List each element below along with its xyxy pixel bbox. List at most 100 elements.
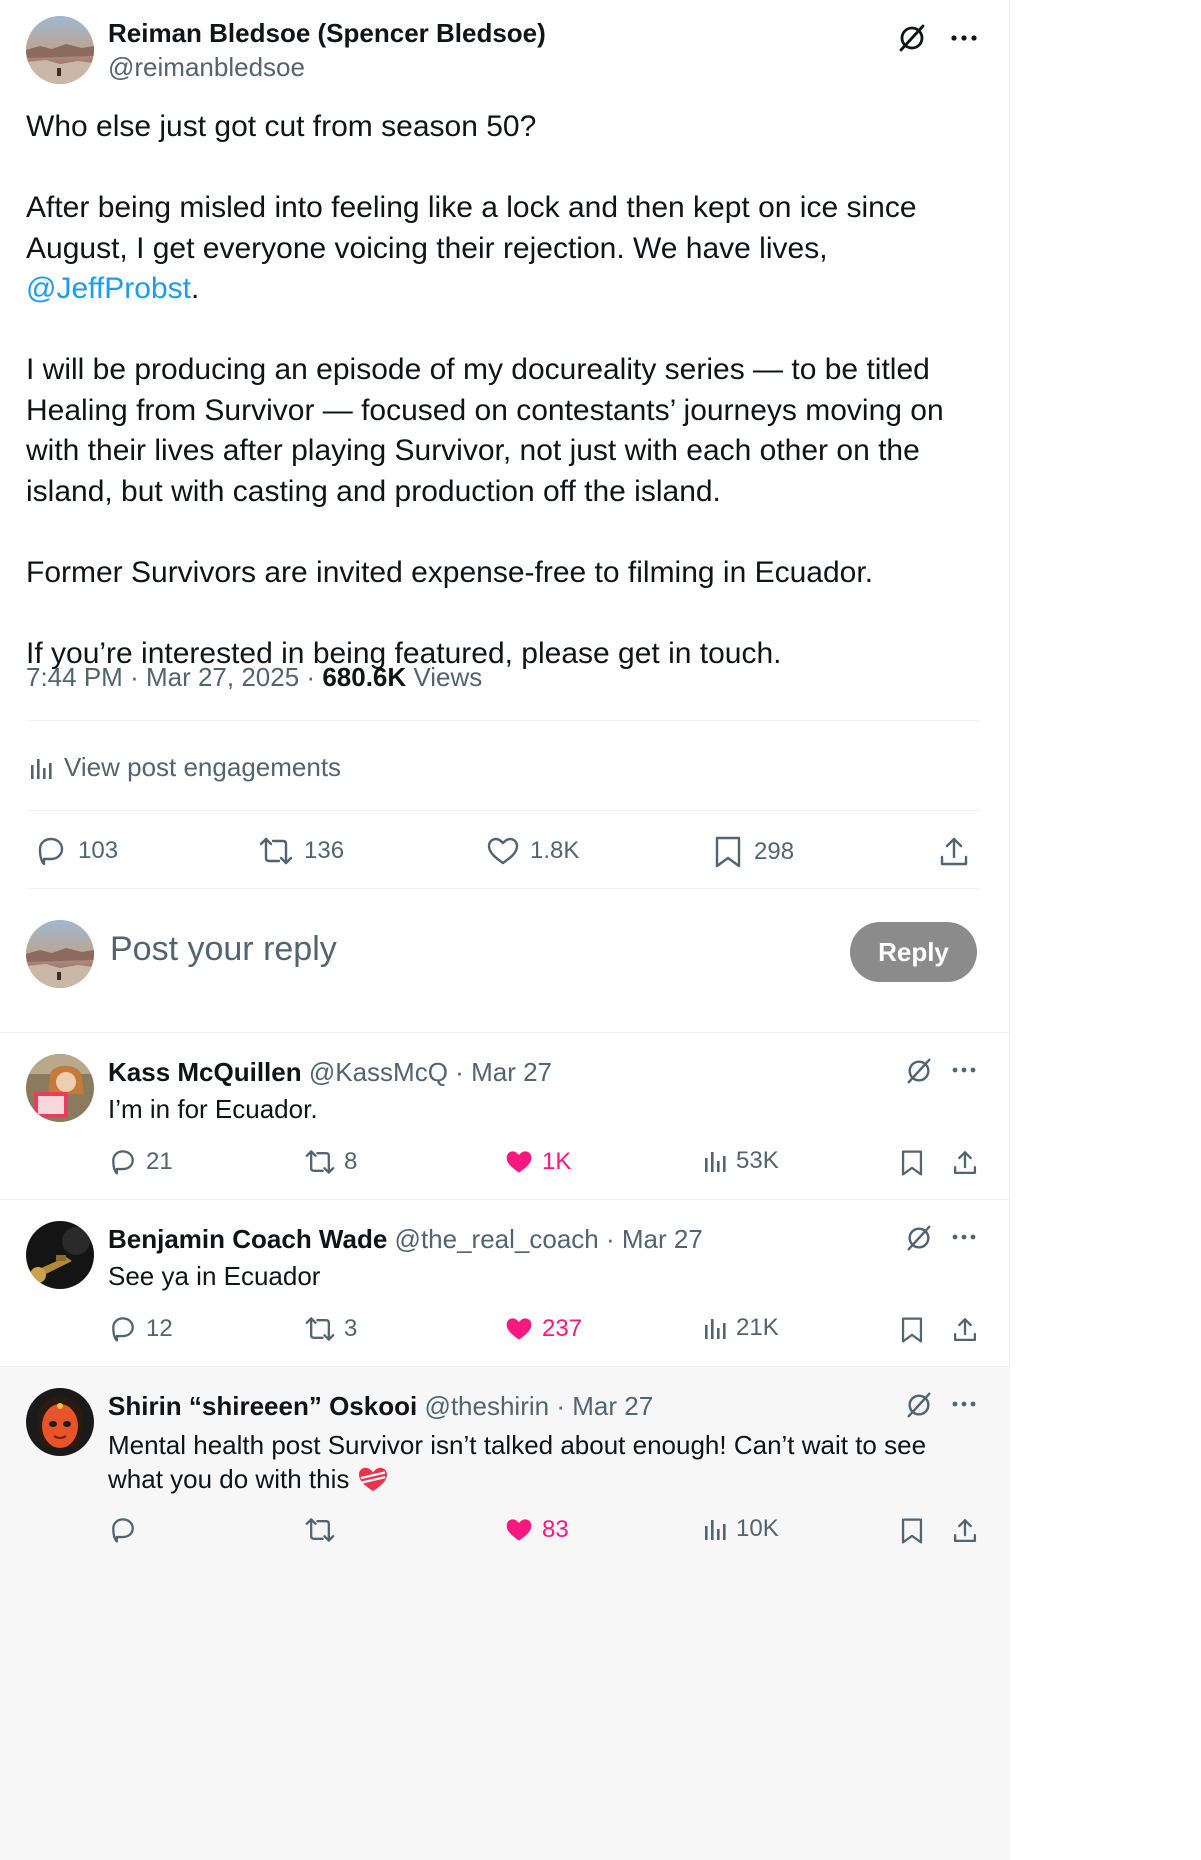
repost-icon bbox=[304, 1314, 336, 1344]
author-name[interactable]: Reiman Bledsoe (Spencer Bledsoe) bbox=[108, 18, 546, 49]
reply-header: Shirin “shireeen” Oskooi @theshirin · Ma… bbox=[108, 1391, 654, 1421]
divider bbox=[26, 888, 980, 889]
like-action[interactable]: 1K bbox=[504, 1147, 571, 1177]
reply-action[interactable]: 21 bbox=[108, 1147, 173, 1177]
repost-action[interactable] bbox=[304, 1515, 336, 1545]
views-action[interactable]: 53K bbox=[702, 1147, 779, 1175]
heart-emoji-icon bbox=[357, 1465, 389, 1493]
reply-action[interactable]: 12 bbox=[108, 1314, 173, 1344]
post-paragraph: Who else just got cut from season 50? bbox=[26, 110, 537, 143]
like-icon bbox=[504, 1314, 534, 1344]
reply-date[interactable]: Mar 27 bbox=[572, 1391, 653, 1421]
like-count: 1.8K bbox=[530, 837, 580, 864]
reply-button[interactable]: Reply bbox=[850, 922, 977, 982]
analytics-icon bbox=[28, 755, 54, 781]
share-icon[interactable] bbox=[950, 1516, 980, 1546]
reply-text: I’m in for Ecuador. bbox=[108, 1094, 318, 1124]
like-icon bbox=[504, 1147, 534, 1177]
reply-avatar[interactable] bbox=[26, 1388, 94, 1456]
views-count: 680.6K bbox=[322, 662, 407, 692]
reply-action[interactable]: 103 bbox=[34, 834, 118, 868]
like-icon bbox=[504, 1515, 534, 1545]
author-avatar[interactable] bbox=[26, 16, 94, 84]
more-icon[interactable] bbox=[950, 1229, 978, 1245]
analytics-icon bbox=[702, 1315, 728, 1341]
thread-view: Reiman Bledsoe (Spencer Bledsoe) @reiman… bbox=[0, 0, 1010, 1860]
reply-action[interactable] bbox=[108, 1515, 138, 1545]
reply-icon bbox=[108, 1515, 138, 1545]
divider bbox=[0, 1032, 1010, 1033]
repost-icon bbox=[258, 834, 294, 868]
post-paragraph: I will be producing an episode of my doc… bbox=[26, 353, 930, 386]
divider bbox=[0, 1199, 1010, 1200]
divider bbox=[26, 720, 980, 721]
reply-header: Benjamin Coach Wade @the_real_coach · Ma… bbox=[108, 1224, 703, 1254]
view-engagements-link[interactable]: View post engagements bbox=[28, 752, 341, 783]
repost-icon bbox=[304, 1147, 336, 1177]
reply-icon bbox=[108, 1314, 138, 1344]
bookmark-action[interactable]: 298 bbox=[712, 834, 794, 870]
repost-action[interactable]: 8 bbox=[304, 1147, 357, 1177]
post-time[interactable]: 7:44 PM bbox=[26, 662, 123, 692]
reply-text: Mental health post Survivor isn’t talked… bbox=[108, 1430, 927, 1494]
divider bbox=[26, 810, 980, 811]
repost-icon bbox=[304, 1515, 336, 1545]
post-paragraph: After being misled into feeling like a l… bbox=[26, 191, 917, 224]
post-paragraph: island, but with casting and production … bbox=[26, 474, 721, 508]
reply-avatar[interactable] bbox=[26, 1221, 94, 1289]
bookmark-icon[interactable] bbox=[898, 1148, 926, 1178]
reply-input[interactable]: Post your reply bbox=[110, 930, 337, 969]
share-icon[interactable] bbox=[950, 1315, 980, 1345]
post-paragraph: Former Survivors are invited expense-fre… bbox=[26, 555, 874, 589]
bookmark-icon[interactable] bbox=[898, 1315, 926, 1345]
reply-author-name[interactable]: Shirin “shireeen” Oskooi bbox=[108, 1391, 417, 1421]
repost-count: 136 bbox=[304, 837, 345, 864]
views-action[interactable]: 21K bbox=[702, 1314, 779, 1342]
grok-icon[interactable] bbox=[904, 1223, 934, 1253]
reply-author-name[interactable]: Benjamin Coach Wade bbox=[108, 1224, 387, 1254]
grok-icon[interactable] bbox=[904, 1056, 934, 1086]
reply-text: See ya in Ecuador bbox=[108, 1261, 321, 1291]
reply-author-handle[interactable]: @theshirin bbox=[424, 1391, 549, 1421]
reply-icon bbox=[34, 834, 68, 868]
views-label: Views bbox=[413, 662, 483, 692]
mention-link[interactable]: @JeffProbst bbox=[26, 272, 191, 305]
like-action[interactable]: 83 bbox=[504, 1515, 569, 1545]
author-handle[interactable]: @reimanbledsoe bbox=[108, 52, 305, 83]
share-icon[interactable] bbox=[936, 834, 972, 870]
post-body: Who else just got cut from season 50? Af… bbox=[26, 107, 996, 674]
analytics-icon bbox=[702, 1148, 728, 1174]
post-paragraph: with their lives after playing Survivor,… bbox=[26, 434, 920, 467]
reply-author-handle[interactable]: @KassMcQ bbox=[309, 1057, 448, 1087]
engagements-label: View post engagements bbox=[64, 752, 342, 782]
reply-count: 103 bbox=[78, 837, 119, 864]
repost-action[interactable]: 3 bbox=[304, 1314, 357, 1344]
divider bbox=[0, 1366, 1010, 1367]
repost-action[interactable]: 136 bbox=[258, 834, 344, 868]
more-icon[interactable] bbox=[948, 28, 980, 48]
reply-avatar[interactable] bbox=[26, 1054, 94, 1122]
analytics-icon bbox=[702, 1516, 728, 1542]
grok-icon[interactable] bbox=[896, 22, 928, 54]
more-icon[interactable] bbox=[950, 1062, 978, 1078]
post-paragraph: Healing from Survivor — focused on conte… bbox=[26, 393, 944, 427]
post-meta: 7:44 PM · Mar 27, 2025 · 680.6K Views bbox=[26, 662, 483, 692]
reply-icon bbox=[108, 1147, 138, 1177]
more-icon[interactable] bbox=[950, 1396, 978, 1412]
share-icon[interactable] bbox=[950, 1148, 980, 1178]
reply-author-handle[interactable]: @the_real_coach bbox=[395, 1224, 599, 1254]
like-action[interactable]: 1.8K bbox=[486, 834, 579, 868]
like-icon bbox=[486, 834, 520, 868]
composer-avatar bbox=[26, 920, 94, 988]
like-action[interactable]: 237 bbox=[504, 1314, 582, 1344]
bookmark-count: 298 bbox=[754, 838, 795, 865]
bookmark-icon[interactable] bbox=[898, 1516, 926, 1546]
grok-icon[interactable] bbox=[904, 1390, 934, 1420]
reply-date[interactable]: Mar 27 bbox=[471, 1057, 552, 1087]
post-paragraph: August, I get everyone voicing their rej… bbox=[26, 231, 828, 306]
reply-header: Kass McQuillen @KassMcQ · Mar 27 bbox=[108, 1057, 552, 1087]
reply-date[interactable]: Mar 27 bbox=[622, 1224, 703, 1254]
views-action[interactable]: 10K bbox=[702, 1515, 779, 1543]
reply-author-name[interactable]: Kass McQuillen bbox=[108, 1057, 302, 1087]
post-date[interactable]: Mar 27, 2025 bbox=[146, 662, 299, 692]
